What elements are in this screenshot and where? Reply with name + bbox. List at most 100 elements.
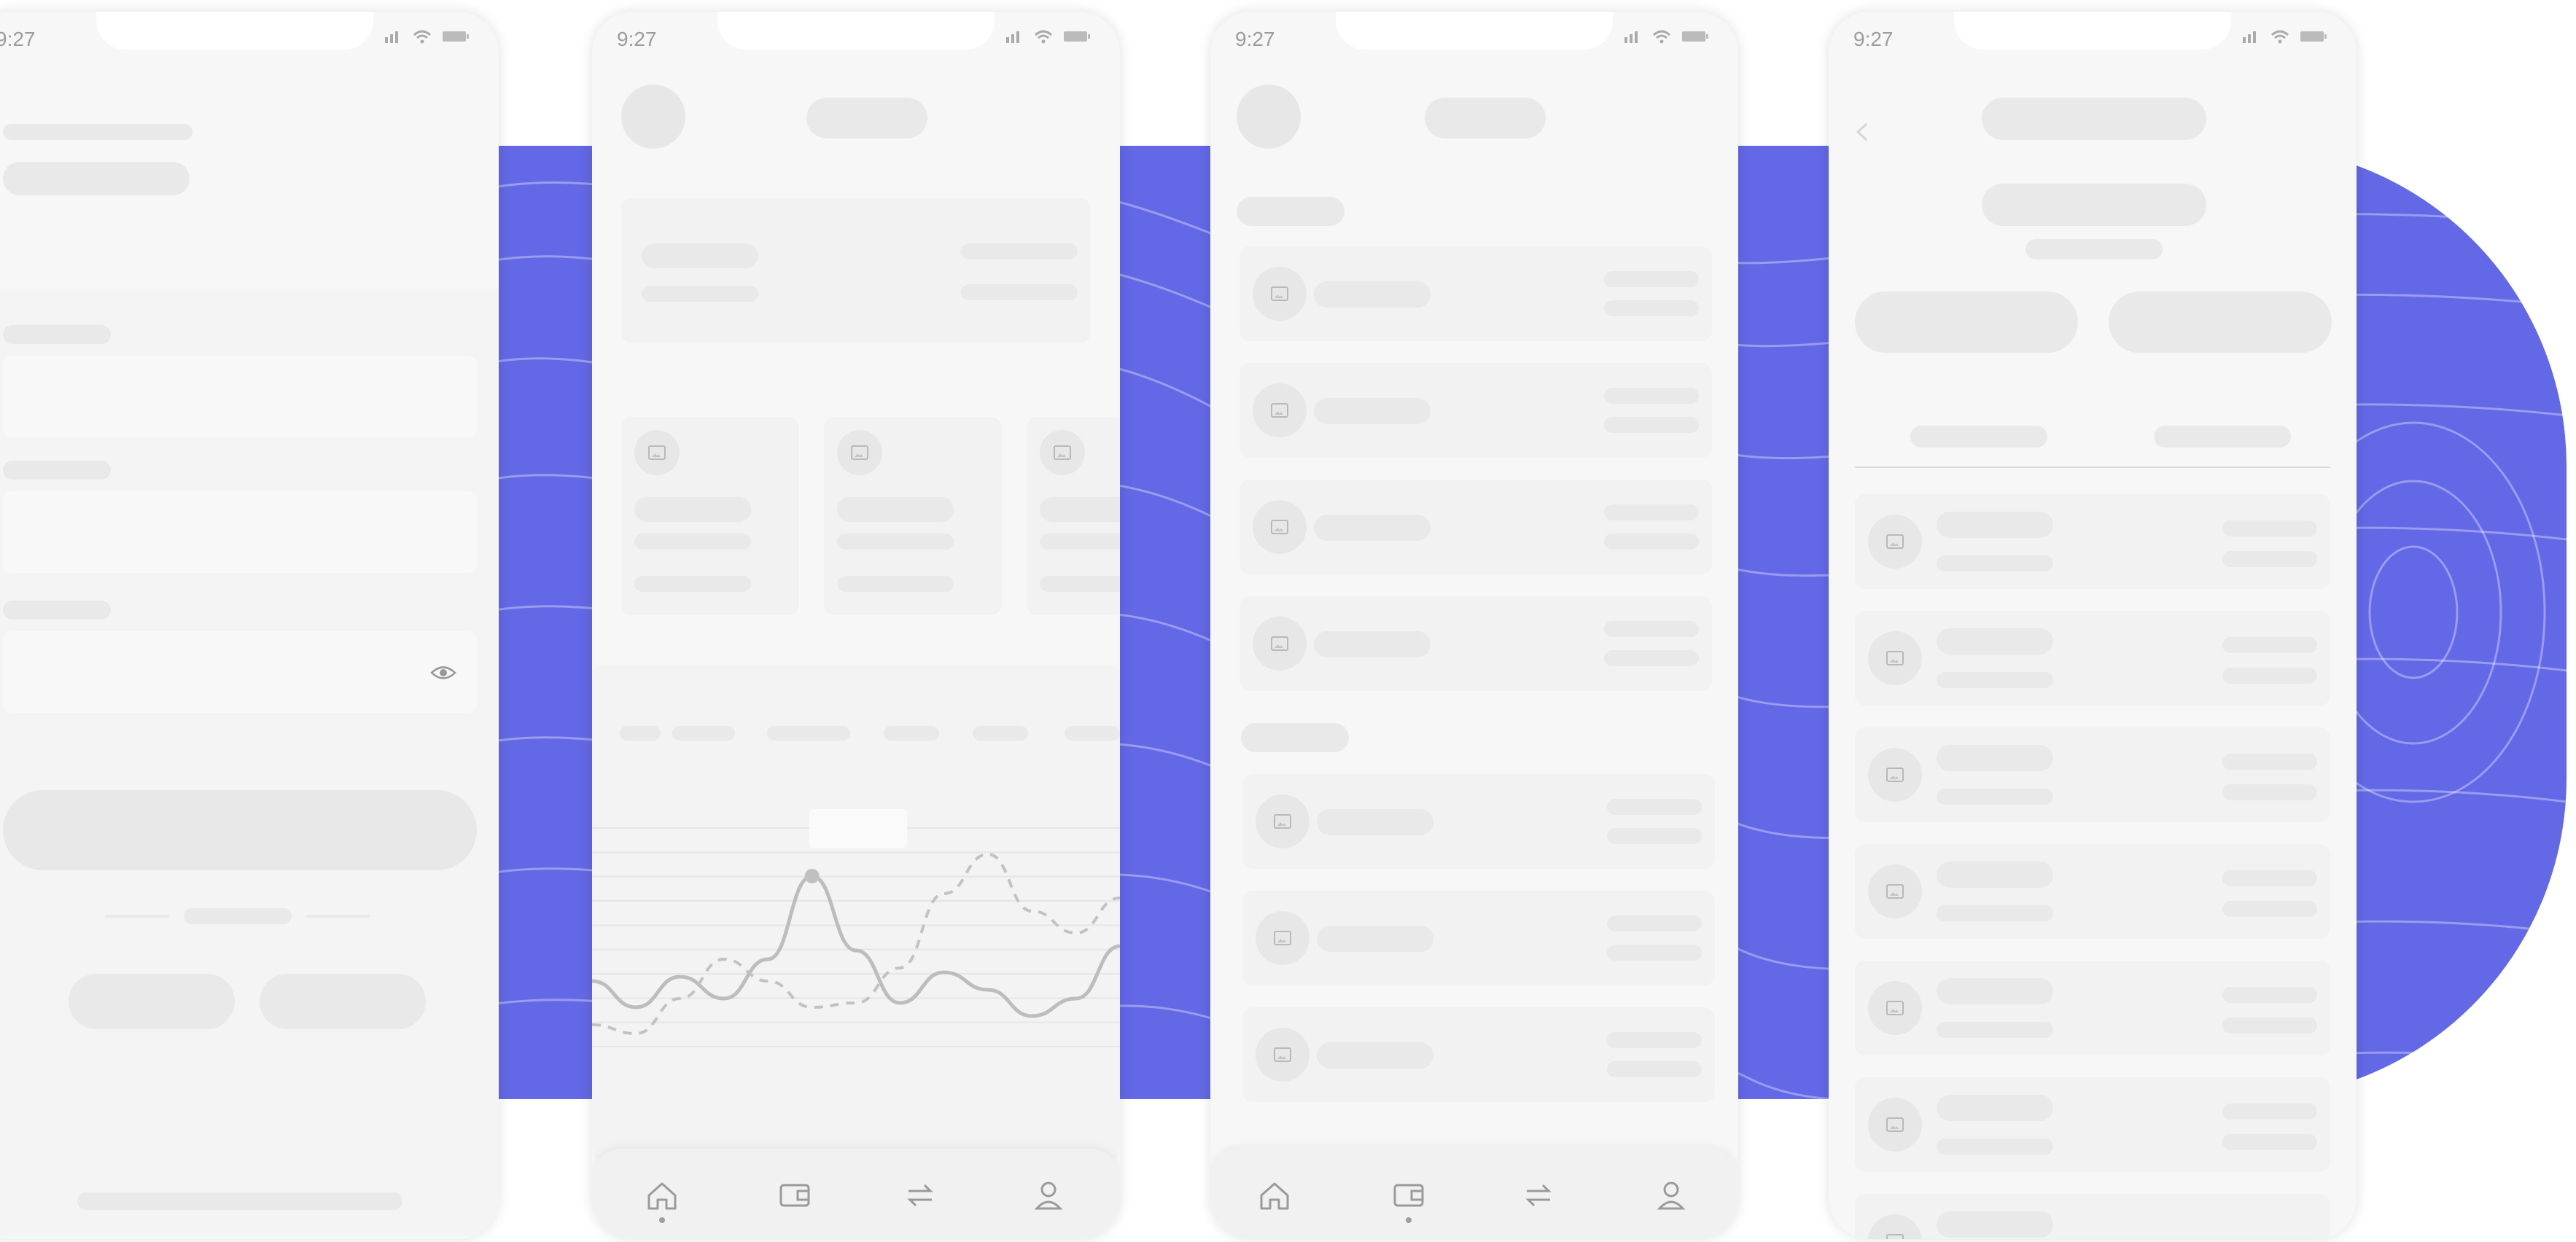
back-icon[interactable]: [1855, 121, 1869, 147]
item-date-skeleton: [2222, 1018, 2317, 1034]
item-sub-skeleton: [1937, 672, 2053, 688]
transfer-icon[interactable]: [898, 1173, 942, 1217]
home-icon[interactable]: [1253, 1173, 1296, 1217]
subtitle-skeleton: [3, 162, 190, 195]
list-item[interactable]: [1242, 1007, 1715, 1102]
notch: [1954, 12, 2231, 50]
item-image: [1256, 1028, 1310, 1082]
item-value-skeleton: [2222, 987, 2317, 1003]
list-item[interactable]: [1242, 891, 1715, 985]
item-image: [1253, 267, 1307, 321]
item-sub-skeleton: [1937, 555, 2053, 571]
notch: [717, 12, 995, 50]
item-value-skeleton: [2222, 754, 2317, 770]
list-item[interactable]: [1240, 480, 1712, 574]
wallet-icon[interactable]: [773, 1173, 817, 1217]
item-image: [1256, 911, 1310, 965]
profile-icon[interactable]: [1027, 1173, 1070, 1217]
item-image: [1868, 864, 1922, 918]
item-value-skeleton: [1604, 388, 1699, 404]
list-item[interactable]: [1240, 246, 1712, 341]
transaction-item[interactable]: [1855, 844, 2330, 939]
list-item[interactable]: [1242, 774, 1715, 869]
battery-icon: [442, 30, 470, 47]
tab-item[interactable]: [2154, 426, 2291, 448]
highlight-point[interactable]: [804, 869, 820, 883]
transfer-icon[interactable]: [1517, 1173, 1560, 1217]
item-title-skeleton: [1937, 745, 2053, 771]
item-image: [1256, 794, 1310, 848]
text-field[interactable]: [3, 491, 477, 573]
item-value-skeleton: [1607, 799, 1702, 815]
tab-underline: [1855, 466, 2330, 468]
active-dot: [1406, 1217, 1412, 1223]
social-button[interactable]: [69, 974, 235, 1029]
image-icon: [851, 445, 868, 460]
password-field[interactable]: [3, 631, 477, 713]
social-button[interactable]: [260, 974, 426, 1029]
item-sub-skeleton: [1937, 1022, 2053, 1038]
chart-tooltip: [809, 809, 907, 848]
item-value-skeleton: [1604, 621, 1699, 637]
transaction-item[interactable]: [1855, 1077, 2330, 1172]
list-item[interactable]: [1240, 596, 1712, 691]
notch: [96, 12, 373, 50]
asset-image: [634, 430, 680, 475]
chart-tab[interactable]: [884, 726, 939, 741]
transaction-item[interactable]: [1855, 727, 2330, 822]
item-date-skeleton: [2222, 668, 2317, 684]
item-title-skeleton: [1937, 628, 2053, 655]
item-title-skeleton: [1937, 1211, 2053, 1238]
text-field[interactable]: [3, 356, 477, 437]
balance-sub-skeleton: [2026, 239, 2163, 259]
transaction-item[interactable]: [1855, 1194, 2330, 1239]
action-button[interactable]: [2109, 292, 2332, 353]
status-icons: [1623, 29, 1709, 47]
transaction-item[interactable]: [1855, 961, 2330, 1055]
profile-icon[interactable]: [1649, 1173, 1693, 1217]
footer-skeleton: [77, 1192, 402, 1210]
tab-item[interactable]: [1910, 426, 2047, 448]
item-image: [1868, 631, 1922, 685]
chart-tab[interactable]: [767, 726, 850, 741]
item-value-skeleton: [1604, 271, 1699, 287]
transaction-item[interactable]: [1855, 611, 2330, 706]
eye-icon[interactable]: [430, 665, 456, 684]
image-icon: [1886, 534, 1904, 549]
balance-amount-sub-skeleton: [961, 284, 1078, 300]
battery-icon: [1681, 30, 1709, 47]
primary-button[interactable]: [3, 790, 477, 870]
item-title-skeleton: [1937, 1095, 2053, 1121]
header-title-skeleton: [1982, 98, 2206, 140]
notch: [1336, 12, 1613, 50]
item-image: [1253, 383, 1307, 437]
avatar[interactable]: [621, 85, 685, 149]
action-button[interactable]: [1855, 292, 2078, 353]
list-item[interactable]: [1240, 363, 1712, 458]
asset-sub-skeleton: [837, 534, 954, 550]
image-icon: [1054, 445, 1071, 460]
balance-card[interactable]: [621, 198, 1091, 343]
label-skeleton: [3, 325, 111, 344]
bottom-nav: [1210, 1149, 1738, 1239]
item-title-skeleton: [1314, 281, 1431, 308]
header-title-skeleton: [1425, 98, 1546, 138]
wallet-icon[interactable]: [1387, 1173, 1431, 1217]
active-dot: [659, 1217, 665, 1223]
wifi-icon: [413, 29, 432, 47]
image-icon: [1271, 403, 1288, 418]
transaction-item[interactable]: [1855, 494, 2330, 589]
chart-tab[interactable]: [672, 726, 735, 741]
chart-tab[interactable]: [620, 726, 661, 741]
asset-sub-skeleton: [634, 534, 751, 550]
avatar[interactable]: [1237, 85, 1301, 149]
item-sub-skeleton: [1607, 1061, 1702, 1077]
home-icon[interactable]: [640, 1173, 684, 1217]
divider-text-skeleton: [184, 908, 292, 924]
image-icon: [1886, 651, 1904, 665]
asset-title-skeleton: [1040, 497, 1120, 522]
balance-sub-skeleton: [642, 286, 758, 302]
chart-tab[interactable]: [973, 726, 1028, 741]
chart-tab[interactable]: [1065, 726, 1120, 741]
item-value-skeleton: [2222, 637, 2317, 653]
